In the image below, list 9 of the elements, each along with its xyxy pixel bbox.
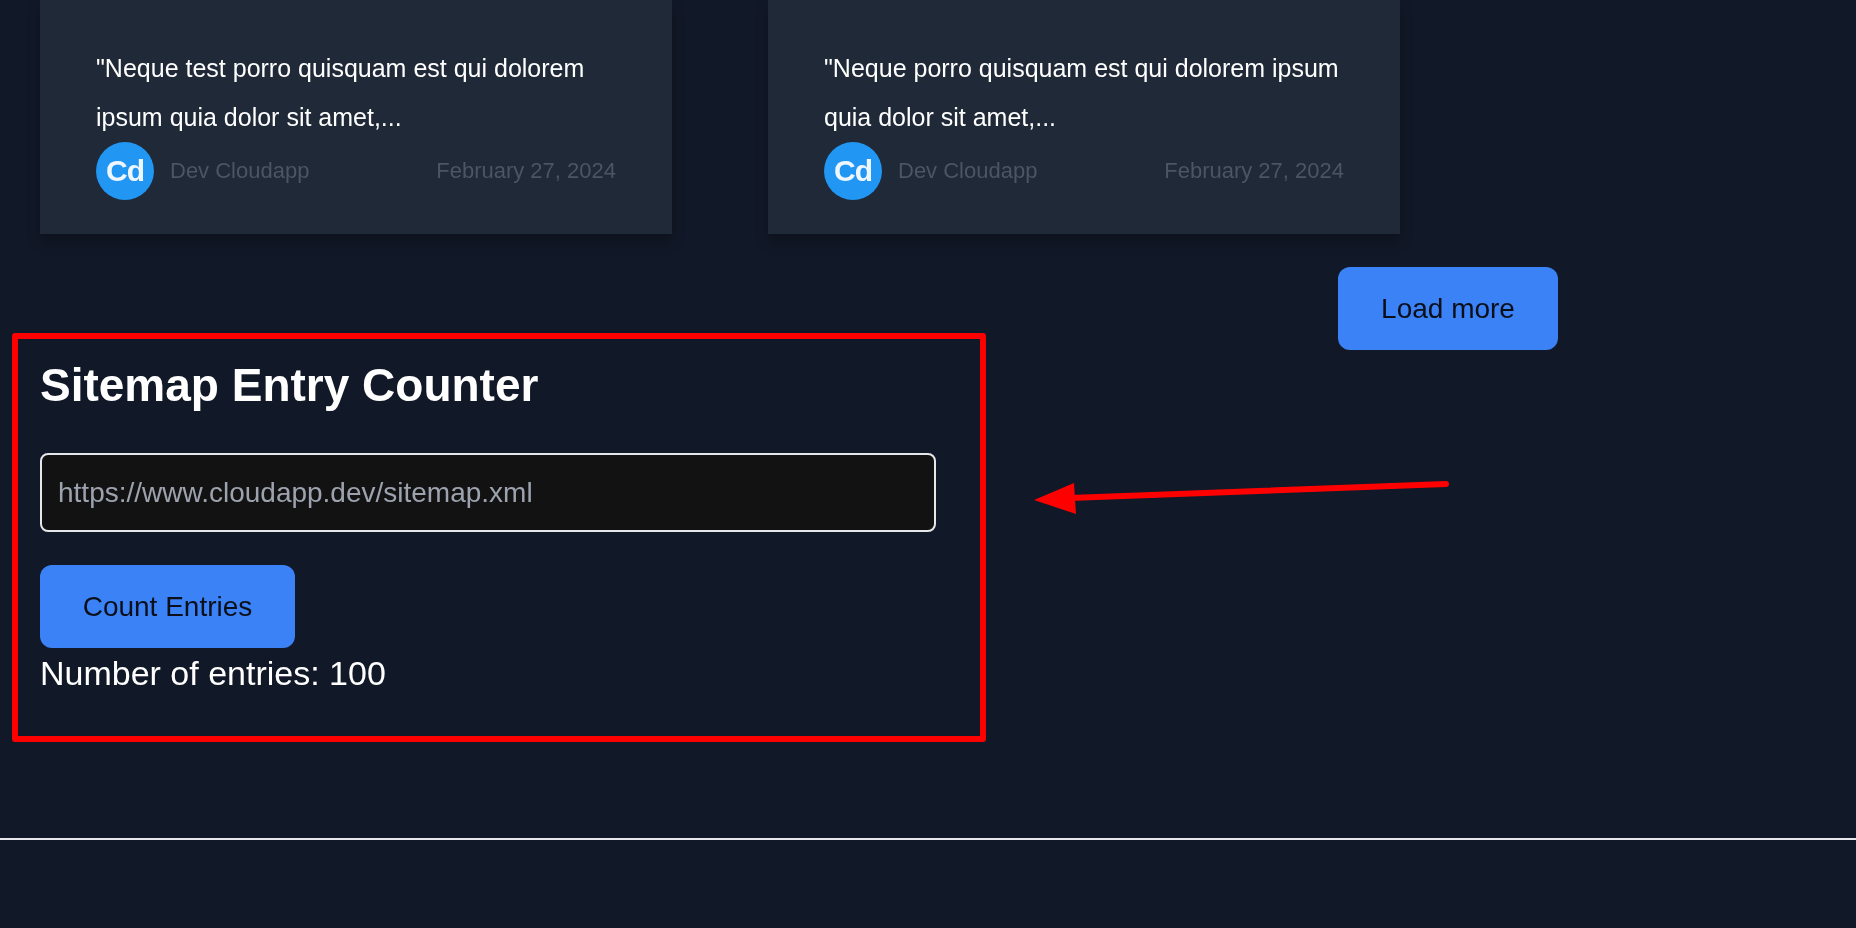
avatar: Cd bbox=[96, 142, 154, 200]
section-title: Sitemap Entry Counter bbox=[40, 358, 540, 413]
post-excerpt: "Neque porro quisquam est qui dolorem ipsum quia dolor sit amet,... bbox=[824, 53, 1340, 133]
avatar: Cd bbox=[824, 142, 882, 200]
url-field[interactable]: https://www.cloudapp.dev/sitemap.xml bbox=[40, 453, 936, 532]
result-text: Number of entries: 100 bbox=[40, 654, 387, 693]
count-entries-button[interactable]: Count Entries bbox=[40, 565, 295, 648]
load-more-button[interactable]: Load more bbox=[1338, 267, 1558, 350]
post-excerpt: "Neque test porro quisquam est qui dolorem ipsum quia dolor sit amet,... bbox=[96, 53, 586, 133]
